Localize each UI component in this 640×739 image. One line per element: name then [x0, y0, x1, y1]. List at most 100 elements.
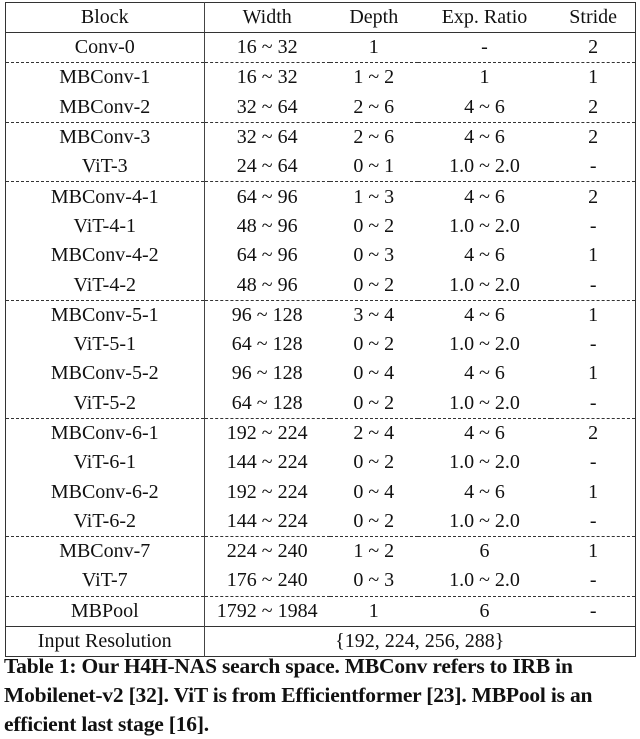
cell-block: MBConv-3: [5, 121, 205, 153]
cell-block: MBConv-4-1: [5, 181, 205, 212]
cell-width: 192 ~ 224: [226, 480, 308, 503]
table-row: MBPool 1792 ~ 1984 1 6-: [5, 595, 636, 627]
table-row: MBConv-4-2 64 ~ 96 0 ~ 3 4 ~ 6 1: [5, 241, 636, 271]
table-row: MBConv-7 224 ~ 240 1 ~ 261: [5, 536, 636, 567]
cell-width: 64 ~ 96: [204, 181, 330, 212]
cell-block: MBConv-1: [5, 62, 205, 93]
cell-exp-ratio: 4 ~ 6: [417, 181, 552, 212]
cell-depth: 0 ~ 4: [353, 480, 395, 503]
cell-stride: -: [589, 509, 597, 532]
cell-stride: 1: [588, 362, 599, 385]
cell-block: ViT-3: [5, 152, 205, 182]
cell-width: 32 ~ 64: [204, 121, 330, 153]
header-exp-ratio: Exp. Ratio: [417, 2, 552, 33]
cell-depth: 1 ~ 2: [329, 62, 418, 93]
cell-width: 48 ~ 96: [236, 214, 298, 237]
table-row: ViT-7 176 ~ 240 0 ~ 3 1.0 ~ 2.0 -: [5, 566, 636, 597]
table-row: MBConv-1 16 ~ 32 1 ~ 211: [5, 62, 636, 93]
cell-stride: 1: [551, 299, 636, 330]
cell-exp-ratio: 1.0 ~ 2.0: [449, 273, 520, 296]
cell-exp-ratio: 6: [417, 536, 552, 567]
table-row: ViT-6-1 144 ~ 224 0 ~ 2 1.0 ~ 2.0 -: [5, 448, 636, 478]
cell-depth: 0 ~ 3: [353, 569, 395, 592]
table-row: ViT-5-2 64 ~ 128 0 ~ 2 1.0 ~ 2.0 -: [5, 388, 636, 419]
cell-width: 16 ~ 32: [204, 62, 330, 93]
table-row: Conv-0 16 ~ 32 1 - 2: [5, 32, 636, 63]
cell-depth: 0 ~ 2: [353, 391, 395, 414]
cell-stride: -: [589, 569, 597, 592]
table-row: MBConv-5-1 96 ~ 128 3 ~ 44 ~ 61: [5, 299, 636, 330]
cell-block: ViT-5-2: [5, 388, 205, 419]
cell-block: MBConv-6-1: [5, 417, 205, 449]
cell-stride: -: [589, 333, 597, 356]
cell-stride: 1: [551, 536, 636, 567]
cell-stride: -: [589, 155, 597, 178]
cell-exp-ratio: 1.0 ~ 2.0: [449, 509, 520, 532]
header-block: Block: [5, 2, 205, 33]
cell-stride: 2: [551, 417, 636, 449]
cell-block: MBConv-5-1: [5, 299, 205, 330]
table-row: ViT-4-1 48 ~ 96 0 ~ 2 1.0 ~ 2.0 -: [5, 211, 636, 242]
cell-depth: 2 ~ 6: [329, 121, 418, 153]
cell-block: MBConv-4-2: [5, 241, 205, 271]
cell-width: 144 ~ 224: [226, 451, 308, 474]
cell-depth: 1 ~ 3: [329, 181, 418, 212]
table-row: MBConv-5-2 96 ~ 128 0 ~ 4 4 ~ 6 1: [5, 359, 636, 389]
header-depth: Depth: [329, 2, 418, 33]
cell-stride: -: [589, 391, 597, 414]
cell-width: 176 ~ 240: [226, 569, 308, 592]
header-stride: Stride: [551, 2, 636, 33]
header-row: Block Width Depth Exp. Ratio Stride: [5, 2, 636, 33]
cell-exp-ratio: -: [481, 36, 488, 59]
cell-width: 64 ~ 128: [231, 391, 303, 414]
table-row: MBConv-4-1 64 ~ 96 1 ~ 34 ~ 62: [5, 181, 636, 212]
cell-depth: 3 ~ 4: [329, 299, 418, 330]
cell-stride: -: [589, 214, 597, 237]
table-row: MBConv-2 32 ~ 64 2 ~ 6 4 ~ 6 2: [5, 92, 636, 123]
cell-stride: 2: [588, 36, 599, 59]
cell-depth: 1: [329, 595, 418, 627]
cell-stride: -: [589, 451, 597, 474]
cell-depth: 0 ~ 4: [353, 362, 395, 385]
cell-depth: 0 ~ 3: [353, 244, 395, 267]
cell-width: 1792 ~ 1984: [204, 595, 330, 627]
cell-exp-ratio: 4 ~ 6: [417, 121, 552, 153]
cell-stride: 1: [551, 62, 636, 93]
cell-exp-ratio: 1.0 ~ 2.0: [449, 333, 520, 356]
cell-depth: 1: [368, 36, 379, 59]
cell-exp-ratio: 1.0 ~ 2.0: [449, 569, 520, 592]
cell-stride: 2: [588, 95, 599, 118]
cell-exp-ratio: 1.0 ~ 2.0: [449, 214, 520, 237]
cell-depth: 0 ~ 2: [353, 333, 395, 356]
table-row: MBConv-3 32 ~ 64 2 ~ 64 ~ 62: [5, 121, 636, 153]
cell-depth: 2 ~ 4: [329, 417, 418, 449]
cell-width: 64 ~ 96: [236, 244, 298, 267]
cell-stride: 1: [588, 480, 599, 503]
cell-block: ViT-4-1: [5, 211, 205, 242]
table-row: ViT-6-2 144 ~ 224 0 ~ 2 1.0 ~ 2.0 -: [5, 506, 636, 537]
cell-exp-ratio: 1.0 ~ 2.0: [449, 155, 520, 178]
table-row: MBConv-6-1 192 ~ 224 2 ~ 44 ~ 62: [5, 417, 636, 449]
cell-block: MBConv-2: [5, 92, 205, 123]
cell-exp-ratio: 1: [417, 62, 552, 93]
cell-width: 32 ~ 64: [236, 95, 298, 118]
cell-exp-ratio: 4 ~ 6: [417, 299, 552, 330]
cell-block: ViT-6-2: [5, 506, 205, 537]
cell-block: ViT-7: [5, 566, 205, 597]
cell-exp-ratio: 4 ~ 6: [417, 417, 552, 449]
cell-block: Conv-0: [5, 32, 205, 63]
cell-width: 192 ~ 224: [204, 417, 330, 449]
search-space-table: Block Width Depth Exp. Ratio Stride Conv…: [5, 2, 636, 658]
cell-exp-ratio: 1.0 ~ 2.0: [449, 391, 520, 414]
cell-exp-ratio: 4 ~ 6: [464, 480, 505, 503]
cell-exp-ratio: 4 ~ 6: [464, 362, 505, 385]
cell-block: ViT-5-1: [5, 329, 205, 360]
cell-width: 144 ~ 224: [226, 509, 308, 532]
cell-exp-ratio: 1.0 ~ 2.0: [449, 451, 520, 474]
cell-depth: 0 ~ 2: [353, 214, 395, 237]
table-row: ViT-4-2 48 ~ 96 0 ~ 2 1.0 ~ 2.0 -: [5, 270, 636, 301]
cell-width: 64 ~ 128: [231, 333, 303, 356]
cell-exp-ratio: 4 ~ 6: [464, 95, 505, 118]
cell-stride: 2: [551, 181, 636, 212]
cell-depth: 1 ~ 2: [329, 536, 418, 567]
